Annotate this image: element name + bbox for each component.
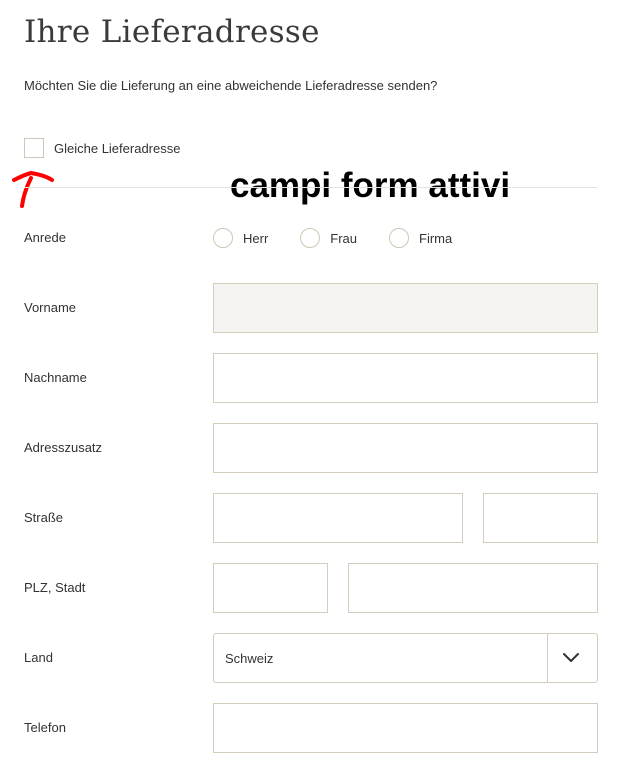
vorname-field[interactable]	[213, 283, 598, 333]
salutation-radio-group: Herr Frau Firma	[213, 228, 484, 248]
plz-stadt-label: PLZ, Stadt	[24, 580, 86, 595]
red-arrow-annotation	[12, 171, 54, 208]
nachname-label: Nachname	[24, 370, 87, 385]
land-label: Land	[24, 650, 53, 665]
radio-circle[interactable]	[213, 228, 233, 248]
radio-circle[interactable]	[300, 228, 321, 248]
delivery-question: Möchten Sie die Lieferung an eine abweic…	[24, 78, 438, 93]
same-address-label[interactable]: Gleiche Lieferadresse	[54, 141, 180, 156]
chevron-down-icon[interactable]	[562, 650, 580, 666]
vorname-label: Vorname	[24, 300, 77, 315]
telefon-label: Telefon	[24, 720, 66, 735]
anrede-label: Anrede	[24, 230, 66, 245]
same-address-option[interactable]: Gleiche Lieferadresse	[24, 138, 180, 158]
city-field[interactable]	[348, 563, 598, 613]
adresszusatz-field[interactable]	[213, 423, 598, 473]
radio-herr[interactable]: Herr	[213, 228, 268, 248]
strasse-label: Straße	[24, 510, 64, 525]
adresszusatz-label: Adresszusatz	[24, 440, 103, 455]
radio-frau[interactable]: Frau	[300, 228, 357, 248]
annotation-text: campi form attivi	[230, 166, 511, 205]
country-select-value: Schweiz	[225, 651, 274, 666]
nachname-field[interactable]	[213, 353, 598, 403]
same-address-checkbox[interactable]	[24, 138, 44, 158]
street-field[interactable]	[213, 493, 463, 543]
radio-label[interactable]: Firma	[419, 231, 452, 246]
country-select[interactable]: Schweiz	[213, 633, 598, 683]
select-separator	[547, 634, 548, 682]
radio-label[interactable]: Herr	[243, 231, 268, 246]
radio-firma[interactable]: Firma	[389, 228, 452, 248]
plz-field[interactable]	[213, 563, 328, 613]
section-divider	[24, 187, 597, 188]
telefon-field[interactable]	[213, 703, 598, 753]
page-title: Ihre Lieferadresse	[24, 14, 320, 50]
radio-circle[interactable]	[389, 228, 410, 248]
house-number-field[interactable]	[483, 493, 598, 543]
radio-label[interactable]: Frau	[330, 231, 357, 246]
